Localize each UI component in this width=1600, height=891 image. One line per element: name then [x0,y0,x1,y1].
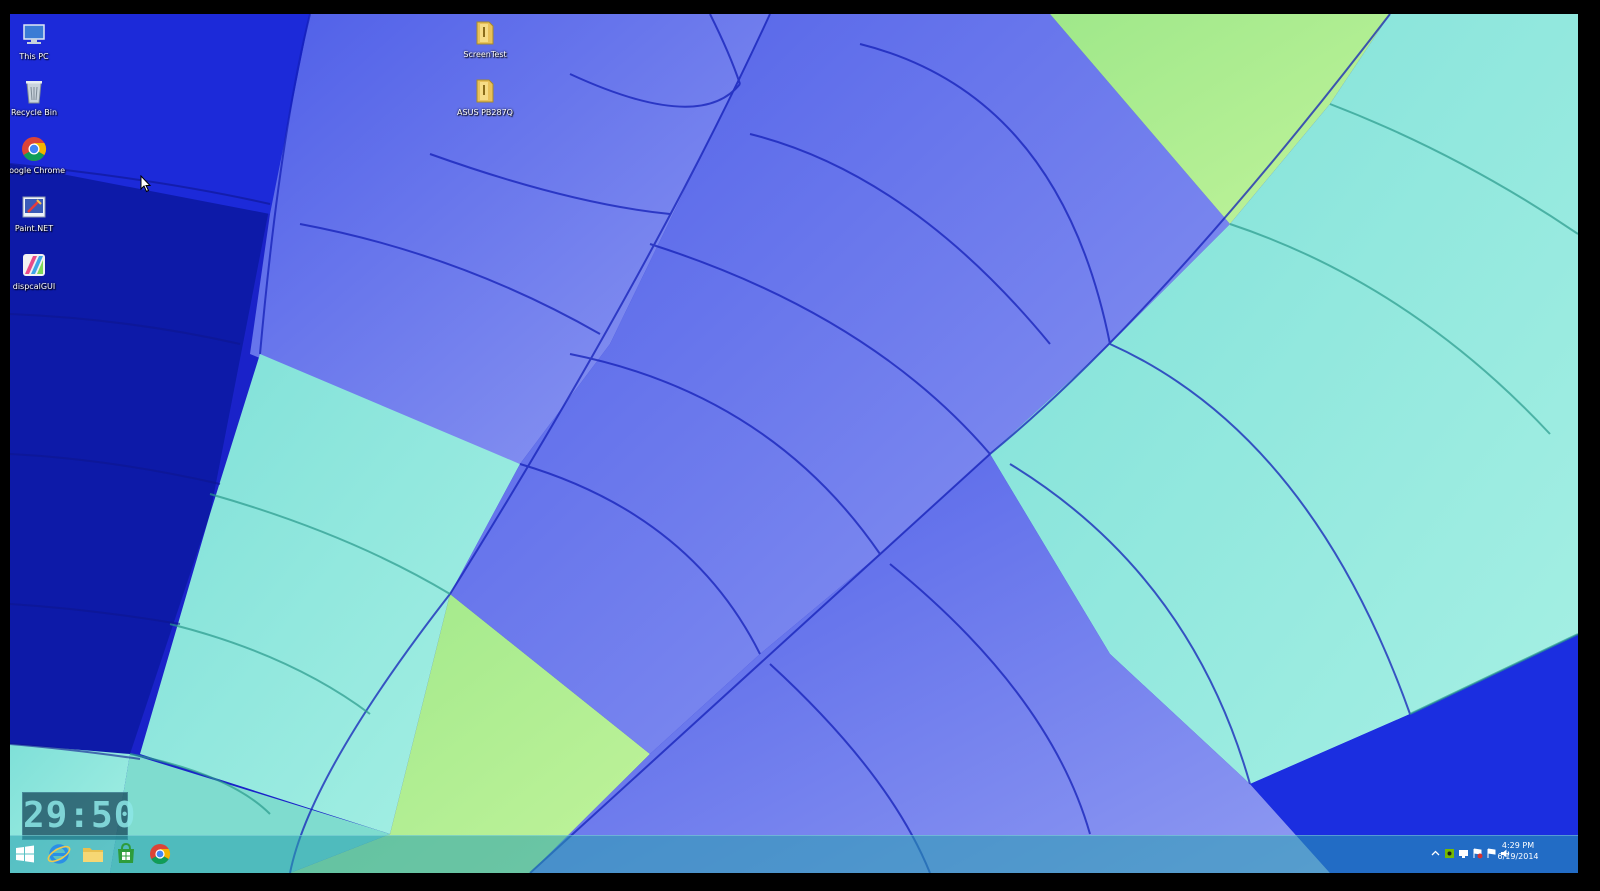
file-explorer-icon [83,848,103,862]
desktop-wallpaper [10,14,1578,873]
taskbar-date: 6/19/2014 [1497,852,1539,861]
desktop-icon-label: ScreenTest [463,50,507,59]
network-icon[interactable] [1458,848,1469,859]
chrome-taskbar-button[interactable] [145,839,175,869]
paint-net-icon [22,196,46,218]
internet-explorer-button[interactable] [44,839,74,869]
folder-icon [476,21,494,45]
taskbar: 4:29 PM 6/19/2014 [10,835,1578,873]
desktop-icon-paint-net[interactable]: Paint.NET [10,192,66,233]
windows-logo-icon [16,845,34,863]
store-icon [118,842,134,863]
show-hidden-icons-icon[interactable] [1430,848,1441,859]
desktop-icon-google-chrome[interactable]: Google Chrome [10,134,66,175]
action-center-flag-icon[interactable] [1472,848,1483,859]
desktop-screen: This PC Recycle Bin Google Chrome Paint.… [10,14,1578,873]
nvidia-icon[interactable] [1444,848,1455,859]
desktop-icon-label: This PC [19,52,49,61]
dispcalgui-icon [23,254,45,276]
desktop-icon-label: Google Chrome [10,166,66,175]
desktop-icon-screentest[interactable]: ScreenTest [453,18,517,59]
desktop-icon-label: ASUS PB287Q [457,108,513,117]
internet-explorer-icon [47,844,71,864]
folder-icon [476,79,494,103]
file-explorer-button[interactable] [78,839,108,869]
taskbar-clock[interactable]: 4:29 PM 6/19/2014 [1488,840,1548,862]
taskbar-time: 4:29 PM [1501,841,1535,850]
chrome-icon [150,844,171,865]
desktop-icon-this-pc[interactable]: This PC [10,20,66,61]
computer-icon [23,24,45,44]
clock-widget: 29:50 [22,792,135,840]
desktop-icon-label: dispcalGUI [12,282,56,291]
desktop-icon-label: Recycle Bin [10,108,58,117]
store-button[interactable] [111,839,141,869]
chrome-icon [22,137,47,162]
start-button[interactable] [10,839,40,869]
desktop-icon-asus-pb287q[interactable]: ASUS PB287Q [453,76,517,117]
mouse-cursor-icon [140,175,152,193]
desktop-icon-recycle-bin[interactable]: Recycle Bin [10,76,66,117]
desktop-icon-dispcalgui[interactable]: dispcalGUI [10,250,66,291]
recycle-bin-icon [26,81,42,104]
desktop-icon-label: Paint.NET [14,224,54,233]
